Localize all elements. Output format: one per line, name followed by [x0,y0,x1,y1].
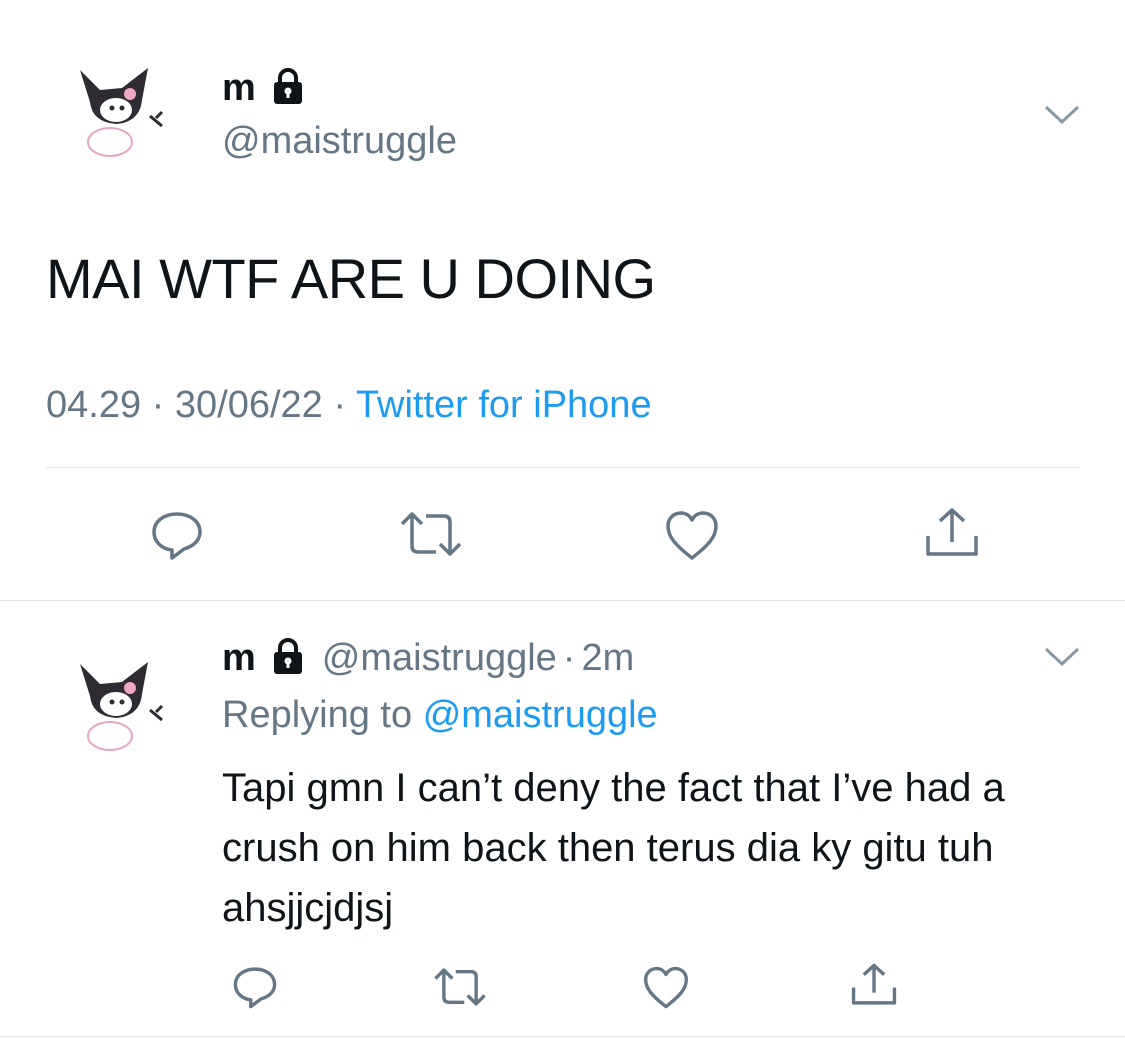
handle[interactable]: @maistruggle [222,120,457,163]
display-name[interactable]: m [222,67,256,110]
lock-icon [268,636,308,681]
retweet-icon[interactable] [432,968,488,1006]
like-icon[interactable] [642,966,690,1010]
replying-handle[interactable]: @maistruggle [423,694,658,736]
display-name[interactable]: m [222,637,256,680]
tweet-date: 30/06/22 [174,384,323,426]
reply-text: Tapi gmn I can’t deny the fact that I’ve… [222,766,1005,930]
chevron-down-icon[interactable] [1044,104,1080,126]
handle[interactable]: @maistruggle [322,637,557,680]
like-icon[interactable] [664,510,720,562]
divider [0,1036,1125,1037]
avatar[interactable] [70,60,170,160]
tweet-meta: 04.29 · 30/06/22 · Twitter for iPhone [46,384,652,427]
avatar[interactable] [70,654,170,754]
share-icon[interactable] [922,506,982,560]
meta-separator: · [333,384,347,426]
reply-icon[interactable] [232,964,278,1010]
tweet-header: m [222,66,308,111]
reply-header: m @maistruggle · 2m [222,636,634,681]
replying-to: Replying to @maistruggle [222,694,658,737]
divider [0,600,1125,601]
retweet-icon[interactable] [398,512,464,556]
tweet-time: 04.29 [46,384,142,426]
tweet-source[interactable]: Twitter for iPhone [356,384,652,426]
share-icon[interactable] [848,962,900,1008]
reply-icon[interactable] [150,508,204,562]
meta-separator: · [151,384,165,426]
reply-age[interactable]: 2m [581,637,634,680]
meta-separator: · [562,637,576,679]
tweet-text: MAI WTF ARE U DOING [46,247,656,310]
chevron-down-icon[interactable] [1044,646,1080,668]
divider [46,467,1080,468]
lock-icon [268,66,308,111]
replying-prefix: Replying to [222,694,413,736]
